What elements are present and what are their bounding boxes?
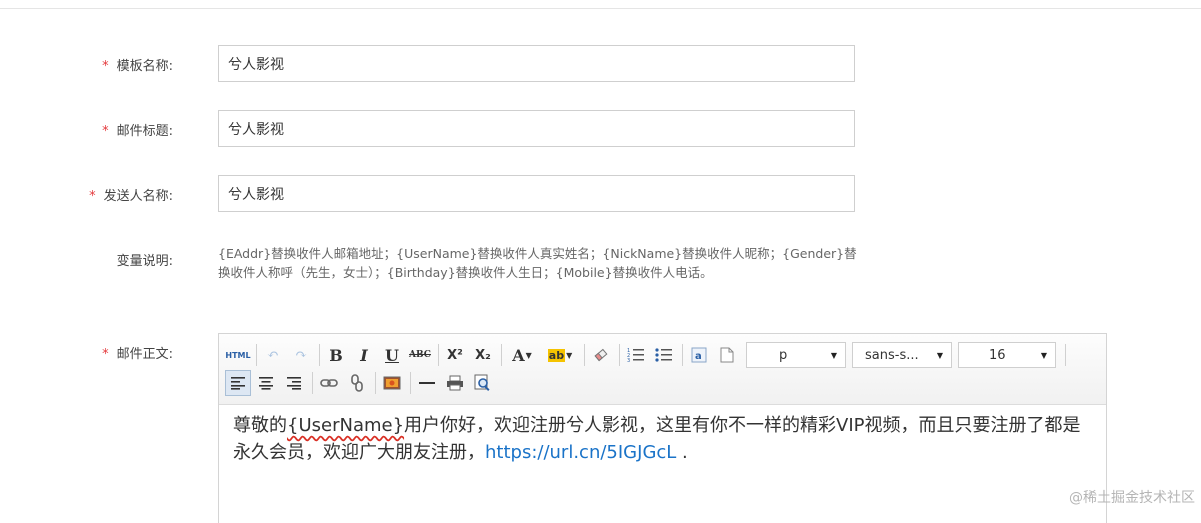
chevron-down-icon: ▼ xyxy=(830,350,837,360)
content-text-3: . xyxy=(676,442,688,463)
toolbar-separator xyxy=(619,344,620,366)
new-document-icon[interactable] xyxy=(714,342,740,368)
align-right-icon[interactable] xyxy=(281,370,307,396)
toolbar-separator xyxy=(256,344,257,366)
horizontal-rule-icon[interactable] xyxy=(414,370,440,396)
variables-description: {EAddr}替换收件人邮箱地址；{UserName}替换收件人真实姓名；{Ni… xyxy=(218,246,857,280)
underline-button[interactable]: U xyxy=(379,342,405,368)
html-source-label: HTML xyxy=(225,350,251,360)
align-center-icon[interactable] xyxy=(253,370,279,396)
watermark: @稀土掘金技术社区 xyxy=(1069,490,1195,506)
font-size-select[interactable]: 16 ▼ xyxy=(958,342,1056,368)
align-left-icon[interactable] xyxy=(225,370,251,396)
mail-body-label-text: 邮件正文: xyxy=(116,347,173,362)
template-name-input[interactable] xyxy=(218,45,855,82)
font-family-value: sans-s... xyxy=(865,347,919,363)
highlight-color-button[interactable]: ab ▼ xyxy=(541,342,579,368)
undo-icon[interactable]: ↶ xyxy=(260,342,286,368)
superscript-label: X² xyxy=(447,347,463,363)
chevron-down-icon: ▼ xyxy=(1040,350,1047,360)
superscript-button[interactable]: X² xyxy=(442,342,468,368)
chevron-down-icon: ▼ xyxy=(566,350,573,360)
mail-body-label: * 邮件正文: xyxy=(13,343,173,362)
highlighter-icon: ab xyxy=(547,348,566,362)
underline-label: U xyxy=(385,345,399,365)
content-text-1: 尊敬的 xyxy=(233,415,287,436)
anchor-icon[interactable]: a xyxy=(686,342,712,368)
ordered-list-icon[interactable]: 123 xyxy=(623,342,649,368)
italic-label: I xyxy=(360,345,368,365)
required-mark: * xyxy=(89,189,96,204)
toolbar-row-2 xyxy=(225,368,498,398)
toolbar-row-1: HTML ↶ ↷ B I U ABC X² X₂ A ▼ ab ▼ 123 a … xyxy=(225,340,1069,370)
preview-icon[interactable] xyxy=(470,370,496,396)
variables-label: 变量说明: xyxy=(116,254,173,269)
print-icon[interactable] xyxy=(442,370,468,396)
image-icon[interactable] xyxy=(379,370,405,396)
mail-title-input[interactable] xyxy=(218,110,855,147)
subscript-label: X₂ xyxy=(475,347,491,363)
svg-text:a: a xyxy=(695,351,702,362)
mail-title-label: * 邮件标题: xyxy=(13,120,173,139)
editor-content[interactable]: 尊敬的{UserName}用户你好，欢迎注册兮人影视，这里有你不一样的精彩VIP… xyxy=(233,412,1083,466)
register-link[interactable]: https://url.cn/5IGJGcL xyxy=(485,442,676,463)
eraser-icon[interactable] xyxy=(588,342,614,368)
font-size-value: 16 xyxy=(989,347,1006,363)
toolbar-separator xyxy=(1065,344,1066,366)
font-color-label: A xyxy=(512,345,525,365)
toolbar-separator xyxy=(682,344,683,366)
svg-text:3: 3 xyxy=(627,358,630,363)
mail-title-label-text: 邮件标题: xyxy=(116,124,173,139)
italic-button[interactable]: I xyxy=(351,342,377,368)
font-family-select[interactable]: sans-s... ▼ xyxy=(852,342,952,368)
paragraph-format-select[interactable]: p ▼ xyxy=(746,342,846,368)
unordered-list-icon[interactable] xyxy=(651,342,677,368)
strikethrough-button[interactable]: ABC xyxy=(407,342,433,368)
redo-icon[interactable]: ↷ xyxy=(288,342,314,368)
editor-toolbar: HTML ↶ ↷ B I U ABC X² X₂ A ▼ ab ▼ 123 a … xyxy=(219,334,1106,405)
rich-text-editor: HTML ↶ ↷ B I U ABC X² X₂ A ▼ ab ▼ 123 a … xyxy=(218,333,1107,523)
bold-button[interactable]: B xyxy=(323,342,349,368)
toolbar-separator xyxy=(375,372,376,394)
sender-name-label-text: 发送人名称: xyxy=(103,189,173,204)
toolbar-separator xyxy=(584,344,585,366)
top-divider xyxy=(0,8,1201,9)
chevron-down-icon: ▼ xyxy=(525,350,532,360)
toolbar-separator xyxy=(501,344,502,366)
toolbar-separator xyxy=(312,372,313,394)
strikethrough-label: ABC xyxy=(409,350,431,360)
required-mark: * xyxy=(102,124,109,139)
link-icon[interactable] xyxy=(316,370,342,396)
paragraph-format-value: p xyxy=(779,347,788,363)
html-source-button[interactable]: HTML xyxy=(225,342,251,368)
bold-label: B xyxy=(329,345,343,365)
unlink-icon[interactable] xyxy=(344,370,370,396)
subscript-button[interactable]: X₂ xyxy=(470,342,496,368)
required-mark: * xyxy=(102,347,109,362)
required-mark: * xyxy=(102,59,109,74)
toolbar-separator xyxy=(438,344,439,366)
username-variable: {UserName} xyxy=(287,415,405,436)
template-name-label-text: 模板名称: xyxy=(116,59,173,74)
sender-name-label: * 发送人名称: xyxy=(13,185,173,204)
sender-name-input[interactable] xyxy=(218,175,855,212)
font-color-button[interactable]: A ▼ xyxy=(505,342,539,368)
toolbar-separator xyxy=(410,372,411,394)
chevron-down-icon: ▼ xyxy=(936,350,943,360)
template-name-label: * 模板名称: xyxy=(13,55,173,74)
toolbar-separator xyxy=(319,344,320,366)
